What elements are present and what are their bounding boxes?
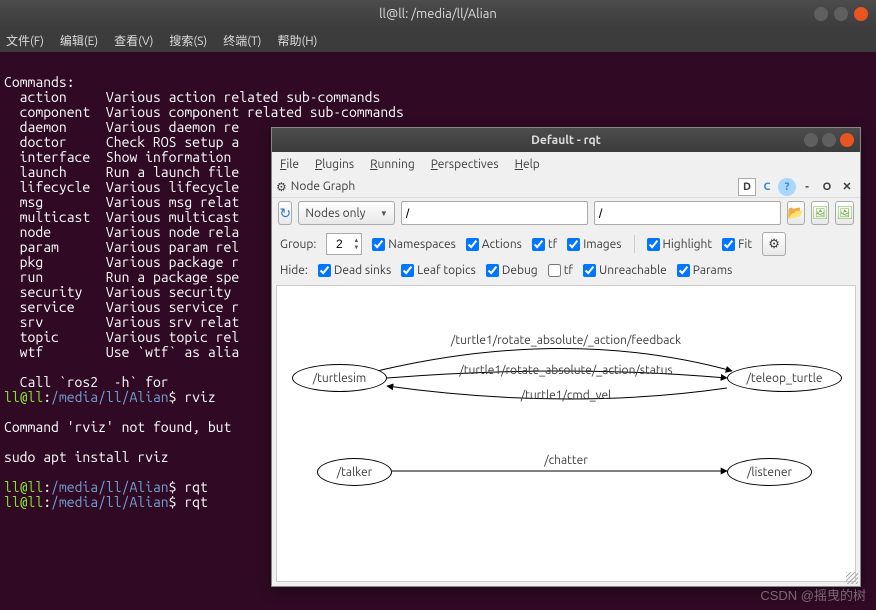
namespaces-checkbox[interactable]: Namespaces — [372, 238, 456, 251]
highlight-checkbox[interactable]: Highlight — [647, 238, 713, 251]
close-icon[interactable] — [840, 133, 854, 147]
dock-title: Node Graph — [291, 180, 356, 193]
edge-status: /turtle1/rotate_absolute/_action/status — [277, 364, 855, 377]
menu-file[interactable]: 文件(F) — [6, 32, 44, 49]
dock-minimize-icon[interactable]: - — [798, 178, 816, 196]
hide-label: Hide: — [280, 264, 308, 277]
unreachable-checkbox[interactable]: Unreachable — [583, 264, 667, 277]
node-filter-input[interactable] — [594, 201, 781, 225]
save-image-icon[interactable]: 🖼 — [811, 201, 830, 225]
tf-checkbox[interactable]: tf — [532, 238, 557, 251]
dock-close-icon[interactable]: ✕ — [838, 178, 856, 196]
fit-checkbox[interactable]: Fit — [722, 238, 752, 251]
rqt-toolbar: ↻ Nodes only ▼ 📂 🖼 🖼 — [272, 198, 860, 228]
node-graph-canvas[interactable]: /turtlesim /teleop_turtle /talker /liste… — [276, 285, 856, 582]
node-filter-combo[interactable]: Nodes only ▼ — [298, 201, 394, 225]
menu-running[interactable]: Running — [370, 158, 415, 171]
dock-tool-c[interactable]: C — [758, 178, 776, 196]
tf-hide-checkbox[interactable]: tf — [548, 264, 573, 277]
menu-help[interactable]: 帮助(H) — [277, 32, 317, 49]
dock-header: ⚙ Node Graph D C ? - O ✕ — [272, 176, 860, 198]
edge-feedback: /turtle1/rotate_absolute/_action/feedbac… — [277, 334, 855, 347]
terminal-titlebar: ll@ll: /media/ll/Alian — [0, 0, 876, 28]
minimize-icon[interactable] — [804, 133, 818, 147]
chevron-down-icon: ▼ — [380, 209, 388, 218]
terminal-menubar: 文件(F) 编辑(E) 查看(V) 搜索(S) 终端(T) 帮助(H) — [0, 28, 876, 52]
leaf-topics-checkbox[interactable]: Leaf topics — [401, 264, 476, 277]
maximize-icon[interactable] — [822, 133, 836, 147]
images-checkbox[interactable]: Images — [567, 238, 621, 251]
minimize-icon[interactable] — [814, 7, 828, 21]
edge-cmd-vel: /turtle1/cmd_vel — [277, 389, 855, 402]
rqt-titlebar[interactable]: Default - rqt — [272, 128, 860, 152]
topic-filter-input[interactable] — [401, 201, 588, 225]
rqt-window: Default - rqt File Plugins Running Persp… — [271, 127, 861, 587]
rqt-options-row2: Hide: Dead sinks Leaf topics Debug tf Un… — [272, 260, 860, 281]
open-icon[interactable]: 📂 — [787, 201, 805, 225]
menu-search[interactable]: 搜索(S) — [169, 32, 207, 49]
dead-sinks-checkbox[interactable]: Dead sinks — [318, 264, 391, 277]
help-icon[interactable]: ? — [778, 178, 796, 196]
maximize-icon[interactable] — [834, 7, 848, 21]
settings-icon[interactable]: ⚙ — [762, 232, 786, 256]
menu-plugins[interactable]: Plugins — [315, 158, 354, 171]
group-spinbox[interactable]: ▲▼ — [326, 233, 362, 255]
save-dot-icon[interactable]: 🖼 — [835, 201, 854, 225]
dock-tool-d[interactable]: D — [738, 178, 756, 196]
graph-edges — [277, 286, 855, 581]
resize-grip-icon[interactable] — [846, 572, 858, 584]
menu-edit[interactable]: 编辑(E) — [60, 32, 98, 49]
edge-chatter: /chatter — [277, 454, 855, 467]
debug-checkbox[interactable]: Debug — [486, 264, 538, 277]
menu-view[interactable]: 查看(V) — [114, 32, 153, 49]
menu-file[interactable]: File — [280, 158, 299, 171]
menu-perspectives[interactable]: Perspectives — [431, 158, 499, 171]
watermark: CSDN @摇曳的树 — [760, 585, 866, 604]
rqt-options-row1: Group: ▲▼ Namespaces Actions tf Images H… — [272, 228, 860, 260]
rqt-title: Default - rqt — [531, 134, 601, 147]
menu-terminal[interactable]: 终端(T) — [223, 32, 261, 49]
refresh-button[interactable]: ↻ — [278, 201, 292, 225]
node-graph-icon: ⚙ — [276, 180, 287, 194]
dock-float-icon[interactable]: O — [818, 178, 836, 196]
group-label: Group: — [280, 238, 316, 251]
rqt-menubar: File Plugins Running Perspectives Help — [272, 152, 860, 176]
combo-label: Nodes only — [305, 207, 365, 220]
params-checkbox[interactable]: Params — [677, 264, 733, 277]
menu-help[interactable]: Help — [515, 158, 540, 171]
terminal-title: ll@ll: /media/ll/Alian — [379, 7, 497, 21]
actions-checkbox[interactable]: Actions — [466, 238, 522, 251]
close-icon[interactable] — [854, 7, 868, 21]
